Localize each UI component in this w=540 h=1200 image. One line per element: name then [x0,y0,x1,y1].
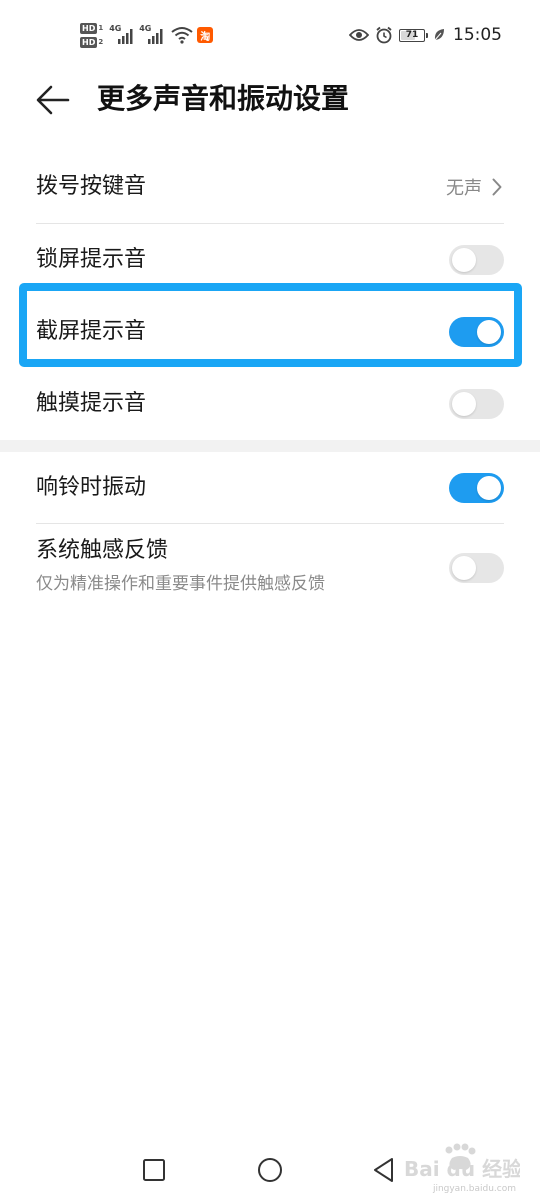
eye-icon [349,29,369,41]
system-haptics-toggle[interactable] [449,553,504,583]
setting-label: 锁屏提示音 [36,247,147,272]
setting-value: 无声 [446,178,482,199]
hd-badge-1: HD 1 [80,22,104,34]
setting-row-system-haptics: 系统触感反馈 仅为精准操作和重要事件提供触感反馈 [0,524,540,614]
setting-label: 触摸提示音 [36,391,147,416]
back-nav-icon[interactable] [370,1156,398,1184]
title-bar: 更多声音和振动设置 [0,66,540,132]
vibrate-when-ringing-toggle[interactable] [449,473,504,503]
chevron-right-icon [492,178,502,196]
setting-value-wrap: 无声 [446,174,502,200]
section-separator [0,440,540,452]
status-left: HD 1 HD 2 4G 4G 淘 [80,18,214,52]
screenshot-sound-toggle[interactable] [449,317,504,347]
status-right: 71 15:05 [349,22,502,48]
signal-icon-2: 4G [139,24,165,46]
hd-sim-2: 2 [98,38,104,46]
watermark-url: jingyan.baidu.com [432,1184,516,1194]
battery-icon: 71 [399,28,428,42]
clock: 15:05 [453,25,502,45]
baidu-logo: Bai du 经验 [404,1143,522,1181]
alarm-icon [376,26,392,44]
toggle-knob [477,476,501,500]
hd-stack: HD 1 HD 2 [80,22,104,48]
watermark: Bai du 经验 jingyan.baidu.com [400,1142,522,1194]
hd-badge-2: HD 2 [80,36,104,48]
hd-label-1: HD [80,22,98,34]
toggle-knob [452,392,476,416]
status-bar: HD 1 HD 2 4G 4G 淘 71 15:05 [0,0,540,66]
hd-label-2: HD [80,36,98,48]
hd-sim-1: 1 [98,24,104,32]
wifi-icon [171,27,193,44]
setting-row-dial-pad-tone[interactable]: 拨号按键音 无声 [0,150,540,224]
taobao-icon: 淘 [197,27,214,43]
toggle-knob [452,248,476,272]
lock-screen-sound-toggle[interactable] [449,245,504,275]
leaf-icon [434,29,444,41]
page-title: 更多声音和振动设置 [97,82,350,115]
setting-sublabel: 仅为精准操作和重要事件提供触感反馈 [36,574,325,594]
setting-label: 拨号按键音 [36,174,147,199]
home-icon[interactable] [256,1156,284,1184]
setting-label: 响铃时振动 [36,475,147,500]
toggle-knob [452,556,476,580]
toggle-knob [477,320,501,344]
setting-label: 截屏提示音 [36,319,147,344]
setting-row-vibrate-when-ringing: 响铃时振动 [0,452,540,524]
setting-label: 系统触感反馈 [36,538,169,563]
recent-apps-icon[interactable] [140,1156,168,1184]
setting-row-screenshot-sound: 截屏提示音 [0,296,540,368]
touch-sound-toggle[interactable] [449,389,504,419]
settings-screen: HD 1 HD 2 4G 4G 淘 71 15:05 更多声音和振动设置 拨号按… [0,0,540,1200]
setting-row-touch-sound: 触摸提示音 [0,368,540,440]
setting-row-lock-screen-sound: 锁屏提示音 [0,224,540,296]
signal-icon: 4G [109,24,135,46]
watermark-text: Bai du 经验 [404,1157,520,1181]
back-arrow-icon[interactable] [36,83,70,117]
battery-level: 71 [405,29,419,40]
